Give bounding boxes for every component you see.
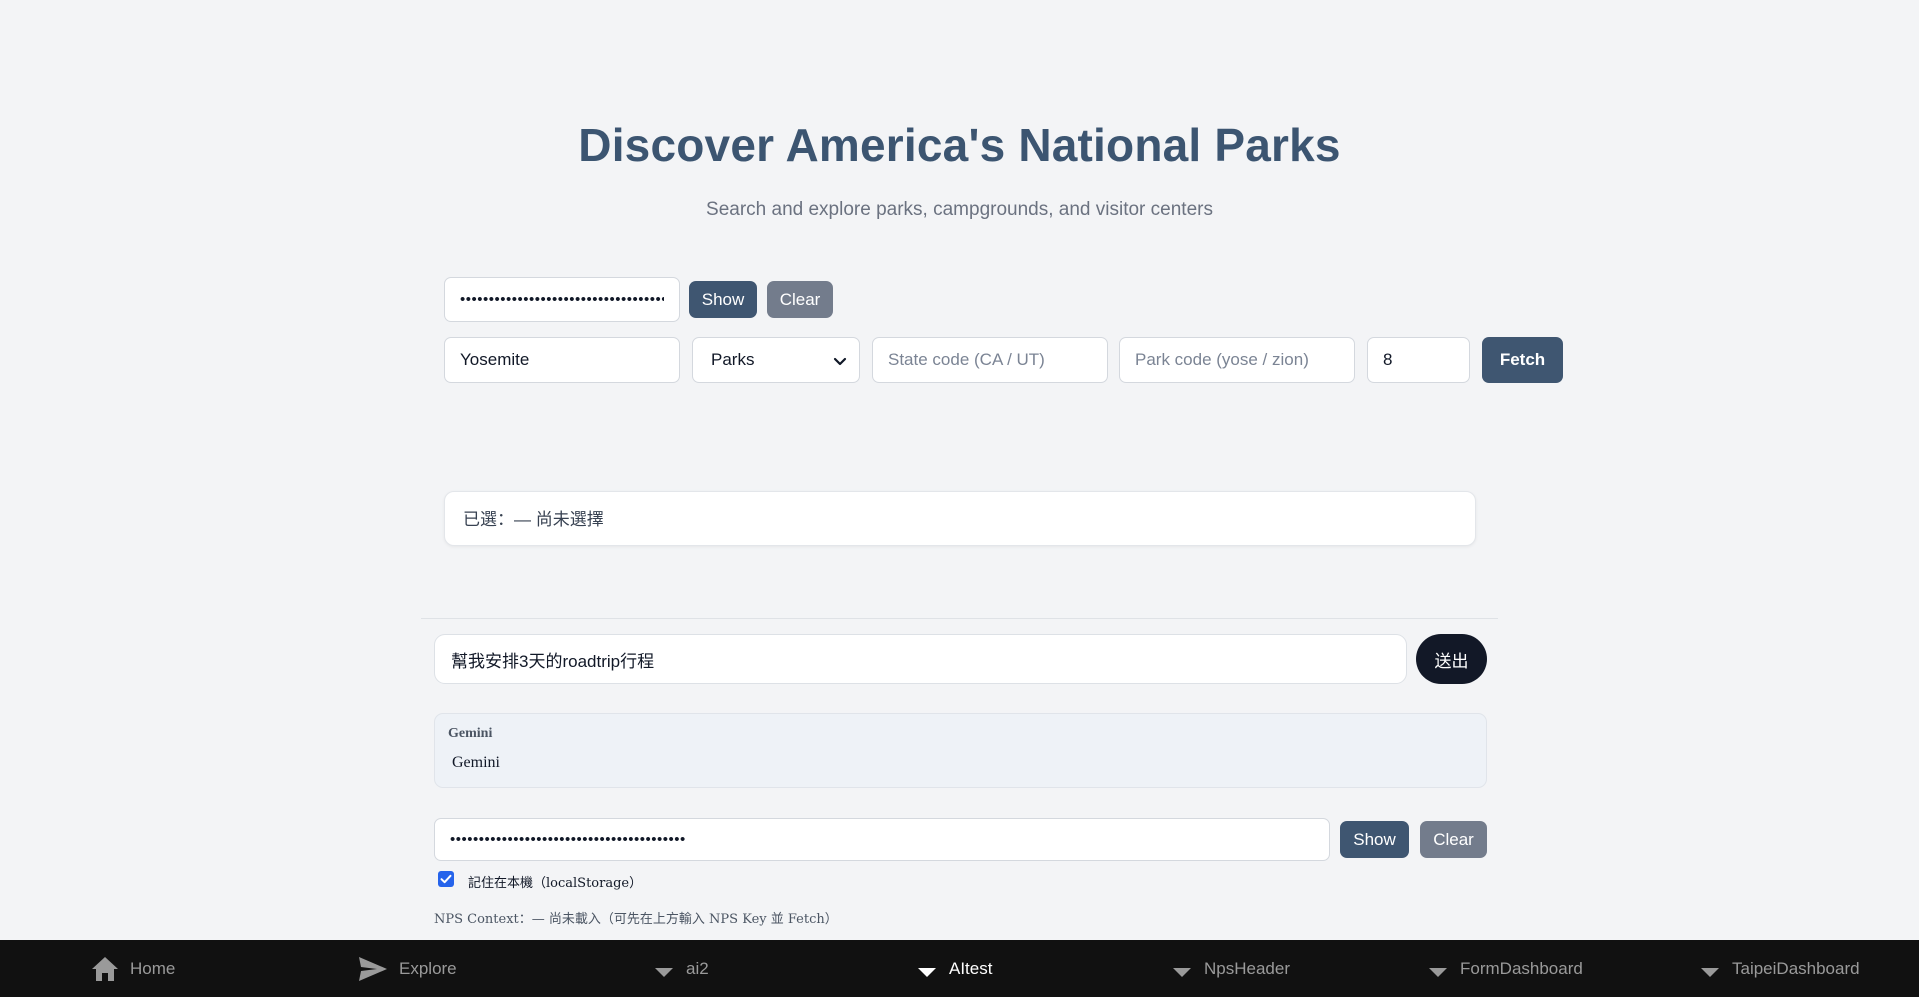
result-limit-input[interactable] [1367, 337, 1470, 383]
checkmark-icon [440, 874, 452, 884]
nav-item-explore[interactable]: Explore [357, 940, 457, 997]
caret-down-icon [654, 967, 674, 978]
caret-down-icon [1428, 967, 1448, 978]
response-text: Gemini [452, 754, 500, 771]
page-subtitle: Search and explore parks, campgrounds, a… [706, 199, 1213, 220]
nav-item-aitest[interactable]: AItest [917, 940, 992, 997]
nav-label-npsheader: NpsHeader [1204, 958, 1290, 978]
search-type-select[interactable]: Parks [692, 337, 860, 383]
nav-label-formdashboard: FormDashboard [1460, 958, 1583, 978]
gemini-response-box: Gemini Gemini [434, 713, 1487, 788]
bottom-nav: Home Explore ai2 AItest NpsHeader FormDa… [0, 940, 1919, 997]
nps-context-status: NPS Context：— 尚未載入（可先在上方輸入 NPS Key 並 Fet… [434, 912, 838, 927]
show-gemini-key-button[interactable]: Show [1340, 821, 1409, 858]
nav-label-aitest: AItest [949, 958, 993, 978]
send-icon [357, 955, 389, 983]
state-code-input[interactable] [872, 337, 1108, 383]
nps-api-key-input[interactable] [444, 277, 680, 322]
nav-item-taipeidashboard[interactable]: TaipeiDashboard [1700, 940, 1860, 997]
nav-label-taipeidashboard: TaipeiDashboard [1732, 958, 1860, 978]
caret-down-icon [917, 967, 937, 978]
remember-label: 記住在本機（localStorage） [468, 876, 643, 891]
park-code-input[interactable] [1119, 337, 1355, 383]
remember-checkbox[interactable] [438, 871, 454, 887]
home-icon [90, 955, 120, 983]
park-search-input[interactable] [444, 337, 680, 383]
chevron-down-icon [833, 354, 847, 372]
nav-item-ai2[interactable]: ai2 [654, 940, 709, 997]
show-nps-key-button[interactable]: Show [689, 281, 757, 318]
nav-item-formdashboard[interactable]: FormDashboard [1428, 940, 1583, 997]
nav-label-explore: Explore [399, 958, 457, 978]
gemini-api-key-input[interactable] [434, 818, 1330, 861]
clear-nps-key-button[interactable]: Clear [767, 281, 833, 318]
send-button[interactable]: 送出 [1416, 634, 1487, 684]
caret-down-icon [1700, 967, 1720, 978]
clear-gemini-key-button[interactable]: Clear [1420, 821, 1487, 858]
fetch-button[interactable]: Fetch [1482, 337, 1563, 383]
section-divider [421, 618, 1498, 619]
selection-status: 已選：— 尚未選擇 [463, 510, 604, 529]
page-title: Discover America's National Parks [578, 119, 1341, 171]
selection-card: 已選：— 尚未選擇 [444, 491, 1476, 546]
caret-down-icon [1172, 967, 1192, 978]
nav-label-home: Home [130, 958, 176, 978]
search-type-selected: Parks [711, 350, 755, 369]
chat-prompt-input[interactable] [434, 634, 1407, 684]
nav-label-ai2: ai2 [686, 958, 709, 978]
nav-item-npsheader[interactable]: NpsHeader [1172, 940, 1290, 997]
nav-item-home[interactable]: Home [90, 940, 175, 997]
response-model-label: Gemini [448, 726, 493, 741]
